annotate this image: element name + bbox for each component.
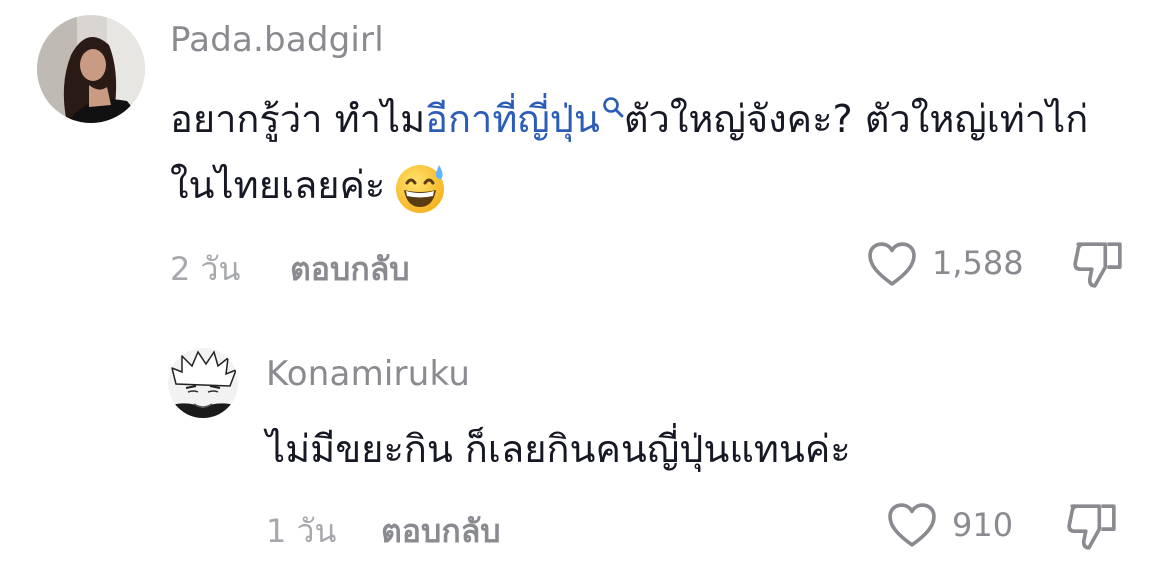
thumbs-down-icon[interactable]	[1066, 500, 1118, 552]
magnifier-icon[interactable]	[602, 96, 624, 118]
search-link[interactable]: อีกาที่ญี่ปุ่น	[425, 97, 600, 141]
like-count: 1,588	[932, 244, 1024, 282]
heart-icon[interactable]	[886, 502, 938, 548]
avatar[interactable]	[37, 15, 145, 123]
username[interactable]: Pada.badgirl	[170, 20, 384, 60]
reply-button[interactable]: ตอบกลับ	[290, 244, 410, 295]
comment-text-before: อยากรู้ว่า ทำไม	[170, 97, 426, 141]
comment-text: อยากรู้ว่า ทำไมอีกาที่ญี่ปุ่น ตัวใหญ่จังค…	[170, 86, 1110, 218]
comment-text: ไม่มีขยะกิน ก็เลยกินคนญี่ปุ่นแทนค่ะ	[266, 427, 851, 471]
avatar-photo	[168, 348, 238, 418]
heart-icon[interactable]	[866, 241, 918, 287]
avatar[interactable]	[168, 348, 238, 418]
like-count: 910	[952, 506, 1014, 544]
comment-time: 1 วัน	[266, 512, 337, 550]
thumbs-down-icon[interactable]	[1072, 238, 1124, 290]
grinning-sweat-emoji	[396, 164, 445, 213]
reply-button[interactable]: ตอบกลับ	[381, 506, 501, 557]
avatar-photo	[37, 15, 145, 123]
username[interactable]: Konamiruku	[266, 354, 470, 394]
comment-time: 2 วัน	[170, 250, 241, 288]
